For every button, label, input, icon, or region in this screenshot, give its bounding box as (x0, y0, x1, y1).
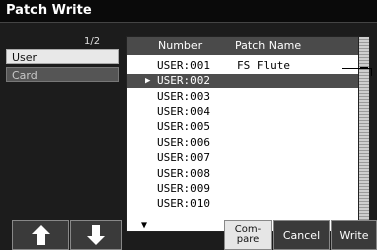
callout-line (342, 68, 372, 69)
patch-number: USER:007 (157, 151, 210, 164)
list-item[interactable]: USER:010 (127, 197, 359, 211)
compare-label-line2: pare (236, 234, 260, 245)
destination-panel: 1/2 User Card (6, 34, 122, 224)
compare-button[interactable]: Com- pare (224, 220, 272, 250)
column-number-header: Number (158, 39, 203, 52)
list-item[interactable]: USER:008 (127, 167, 359, 181)
patch-number: USER:005 (157, 120, 210, 133)
list-item[interactable]: USER:009 (127, 182, 359, 196)
list-scrollbar[interactable] (358, 36, 370, 230)
callout-tick (371, 68, 372, 76)
down-button[interactable] (70, 220, 122, 250)
destination-card-button[interactable]: Card (6, 67, 119, 82)
patch-number: USER:002 (157, 74, 210, 87)
patch-number: USER:009 (157, 182, 210, 195)
list-header: Number Patch Name (127, 37, 359, 55)
list-item[interactable]: USER:003 (127, 90, 359, 104)
destination-user-button[interactable]: User (6, 49, 119, 64)
patch-name: FS Flute (237, 59, 290, 72)
page-indicator: 1/2 (84, 36, 101, 47)
title-bar: Patch Write (0, 0, 377, 23)
down-arrow-icon (87, 225, 105, 245)
cancel-button[interactable]: Cancel (273, 220, 330, 250)
list-item[interactable]: USER:001 FS Flute (127, 59, 359, 73)
write-button[interactable]: Write (331, 220, 377, 250)
selection-pointer-icon: ▶ (145, 76, 151, 86)
patch-number: USER:004 (157, 105, 210, 118)
up-arrow-icon (31, 225, 50, 245)
list-item-selected[interactable]: ▶ USER:002 (127, 74, 359, 88)
list-item[interactable]: USER:004 (127, 105, 359, 119)
patch-number: USER:003 (157, 90, 210, 103)
scroll-down-indicator-icon: ▼ (141, 220, 148, 231)
patch-number: USER:010 (157, 197, 210, 210)
patch-write-screen: Patch Write 1/2 User Card Number Patch N… (0, 0, 377, 250)
up-button[interactable] (12, 220, 69, 250)
column-patch-name-header: Patch Name (235, 39, 302, 52)
patch-number: USER:001 (157, 59, 210, 72)
list-item[interactable]: USER:007 (127, 151, 359, 165)
list-item[interactable]: USER:006 (127, 136, 359, 150)
window-title: Patch Write (6, 3, 92, 18)
patch-number: USER:008 (157, 167, 210, 180)
patch-list[interactable]: Number Patch Name USER:001 FS Flute ▶ US… (126, 36, 360, 232)
list-item[interactable]: USER:005 (127, 120, 359, 134)
patch-number: USER:006 (157, 136, 210, 149)
